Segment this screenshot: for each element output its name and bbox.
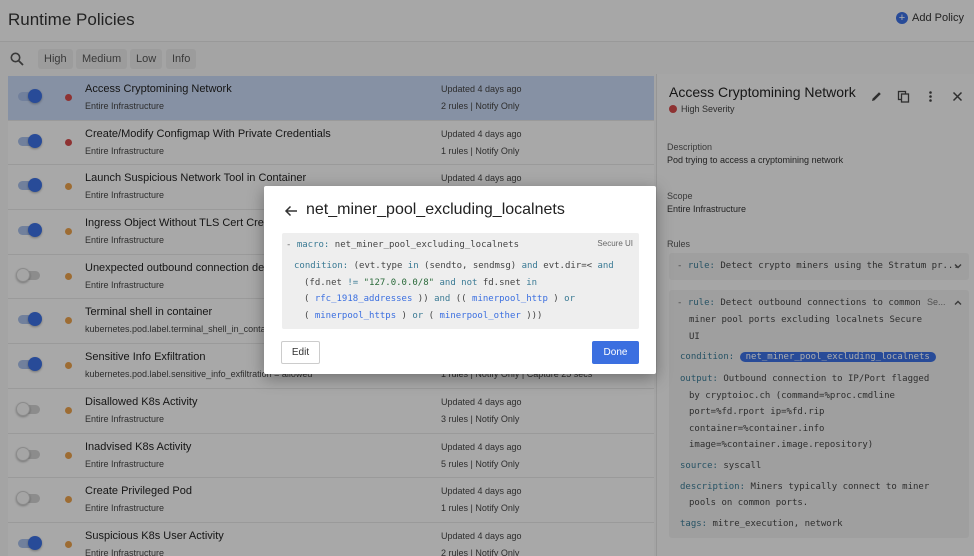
macro-name: net_miner_pool_excluding_localnets: [334, 240, 520, 250]
macro-source: Secure UI: [597, 239, 633, 248]
macro-link-minerpool-http[interactable]: minerpool_http: [472, 294, 548, 304]
condition-key: condition:: [294, 261, 349, 271]
macro-link-minerpool-https[interactable]: minerpool_https: [315, 311, 396, 321]
macro-code-block: Secure UI - macro: net_miner_pool_exclud…: [282, 233, 639, 329]
back-arrow-icon[interactable]: [284, 204, 298, 218]
macro-modal: net_miner_pool_excluding_localnets Secur…: [264, 186, 656, 374]
modal-title: net_miner_pool_excluding_localnets: [306, 201, 565, 218]
macro-link-rfc1918[interactable]: rfc_1918_addresses: [315, 294, 413, 304]
macro-key: macro:: [296, 240, 330, 250]
macro-link-minerpool-other[interactable]: minerpool_other: [440, 311, 521, 321]
edit-button[interactable]: Edit: [281, 341, 320, 364]
done-button[interactable]: Done: [592, 341, 639, 364]
